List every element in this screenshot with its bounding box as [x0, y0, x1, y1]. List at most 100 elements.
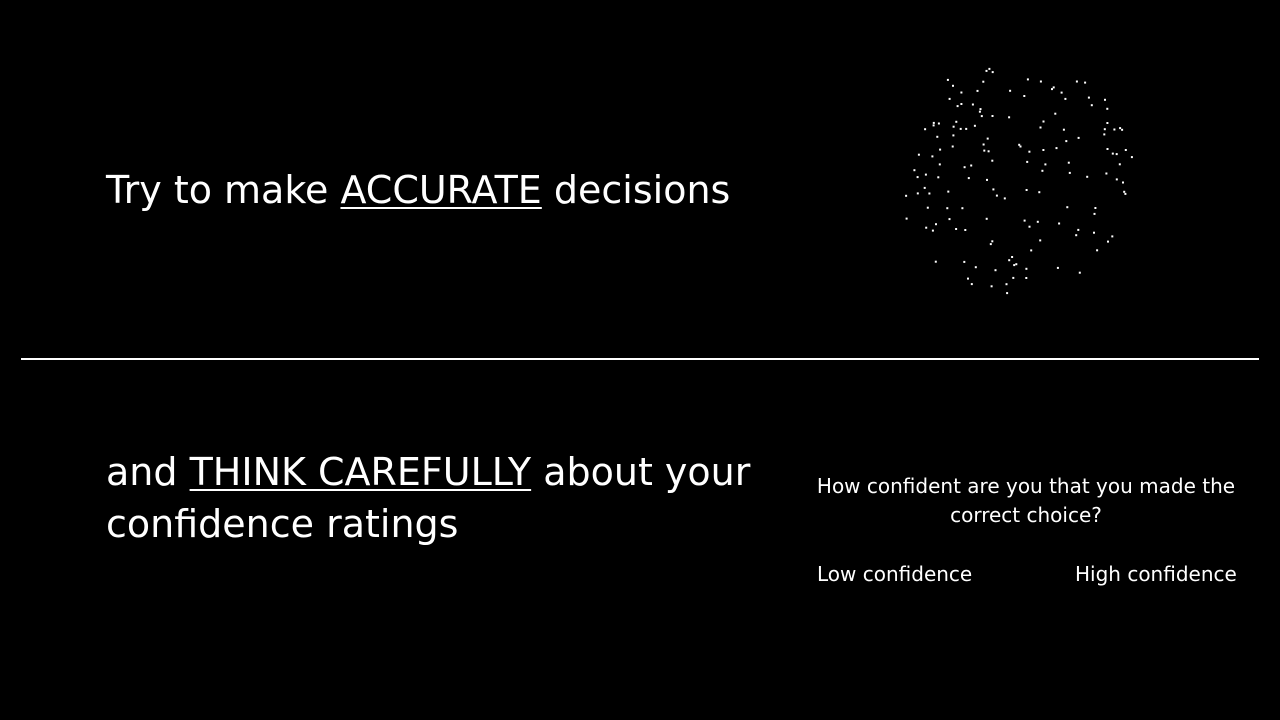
motion-dot: [963, 260, 966, 263]
motion-dot: [1036, 220, 1039, 223]
motion-dot: [1055, 147, 1058, 150]
motion-dot: [967, 177, 970, 180]
motion-dot: [1018, 143, 1021, 146]
motion-dot: [1039, 239, 1042, 242]
motion-dot: [917, 153, 920, 156]
motion-dot: [1062, 128, 1065, 131]
motion-dot: [1039, 80, 1042, 83]
motion-dot: [1003, 197, 1006, 200]
motion-dot: [1103, 128, 1106, 131]
motion-dot: [926, 206, 929, 209]
motion-dot: [1078, 271, 1081, 274]
motion-dot: [1054, 112, 1057, 115]
motion-dot: [976, 89, 979, 92]
motion-dot: [963, 166, 966, 169]
motion-dot: [1077, 136, 1080, 139]
motion-dot: [965, 127, 968, 130]
motion-dot: [1030, 249, 1033, 252]
motion-dot: [1028, 225, 1031, 228]
motion-dot: [932, 124, 935, 127]
motion-dot: [931, 155, 934, 158]
motion-dot: [951, 145, 954, 148]
motion-dot: [955, 120, 958, 123]
motion-dot: [1005, 283, 1008, 286]
motion-dot: [1039, 126, 1042, 129]
motion-dot: [967, 277, 969, 280]
motion-dot: [905, 194, 908, 197]
motion-dot: [937, 122, 940, 125]
motion-dot: [979, 108, 982, 111]
motion-dot: [983, 149, 986, 152]
motion-dot: [959, 127, 962, 130]
motion-dot: [988, 67, 991, 70]
motion-dot: [986, 137, 989, 140]
motion-dot: [1111, 152, 1114, 155]
motion-dot: [1044, 163, 1047, 166]
motion-dot: [1096, 249, 1099, 252]
motion-dot: [964, 229, 967, 231]
motion-dot: [1026, 160, 1029, 163]
motion-dot: [1023, 95, 1026, 97]
motion-dot: [947, 190, 950, 193]
motion-dot: [1106, 107, 1109, 110]
motion-dot: [938, 163, 941, 166]
motion-dot: [991, 159, 994, 162]
motion-dot: [970, 164, 973, 167]
motion-dot: [1124, 149, 1127, 151]
motion-dot: [1093, 231, 1095, 234]
motion-dot: [1075, 234, 1078, 237]
motion-dot: [1113, 128, 1116, 131]
motion-dot: [1042, 149, 1045, 151]
motion-dot: [1115, 153, 1118, 156]
instruction-accurate-suffix: decisions: [541, 168, 731, 212]
motion-dot: [1066, 206, 1069, 209]
confidence-question: How confident are you that you made the …: [816, 474, 1236, 527]
motion-dot: [1013, 264, 1016, 267]
motion-dot: [1023, 219, 1026, 222]
motion-dot: [946, 78, 949, 81]
motion-dot: [916, 176, 919, 179]
motion-dot: [992, 188, 995, 191]
motion-dot: [986, 178, 988, 181]
motion-dot: [1052, 86, 1055, 89]
motion-dot: [978, 110, 981, 113]
motion-dot: [985, 217, 988, 220]
motion-dot: [960, 103, 963, 105]
motion-dot: [946, 207, 949, 210]
motion-dot: [916, 192, 919, 195]
motion-dot: [1056, 266, 1059, 269]
motion-dot: [971, 103, 974, 106]
instruction-think-prefix: and: [106, 450, 190, 494]
motion-dot: [952, 84, 954, 87]
motion-dot: [1042, 120, 1045, 123]
motion-dot: [1067, 161, 1070, 164]
motion-dot: [1065, 140, 1068, 143]
motion-dot: [952, 134, 955, 137]
motion-dot: [905, 217, 908, 220]
motion-dot: [1012, 276, 1015, 279]
instruction-accurate-emphasis: ACCURATE: [340, 168, 542, 212]
motion-dot: [1105, 172, 1108, 175]
motion-dot: [956, 105, 959, 108]
motion-dot: [995, 194, 998, 197]
section-divider: [21, 358, 1259, 360]
motion-dot: [960, 91, 963, 94]
motion-dot: [1077, 228, 1080, 231]
motion-dot: [923, 186, 926, 189]
motion-dot: [1011, 256, 1014, 258]
motion-dot: [1090, 104, 1093, 107]
motion-dot: [1087, 96, 1090, 99]
motion-dot: [1094, 207, 1097, 209]
motion-dot: [1086, 175, 1089, 178]
motion-dot: [974, 266, 977, 269]
instruction-accurate: Try to make ACCURATE decisions: [106, 166, 730, 214]
motion-dot: [1068, 171, 1071, 174]
motion-dot: [1025, 267, 1028, 270]
motion-dot: [1107, 240, 1109, 243]
motion-dot: [1106, 122, 1109, 124]
motion-dot: [1104, 98, 1106, 101]
motion-dot: [931, 229, 934, 232]
high-confidence-label: High confidence: [1075, 562, 1237, 586]
motion-dot: [1058, 222, 1061, 225]
motion-dot: [982, 143, 985, 146]
